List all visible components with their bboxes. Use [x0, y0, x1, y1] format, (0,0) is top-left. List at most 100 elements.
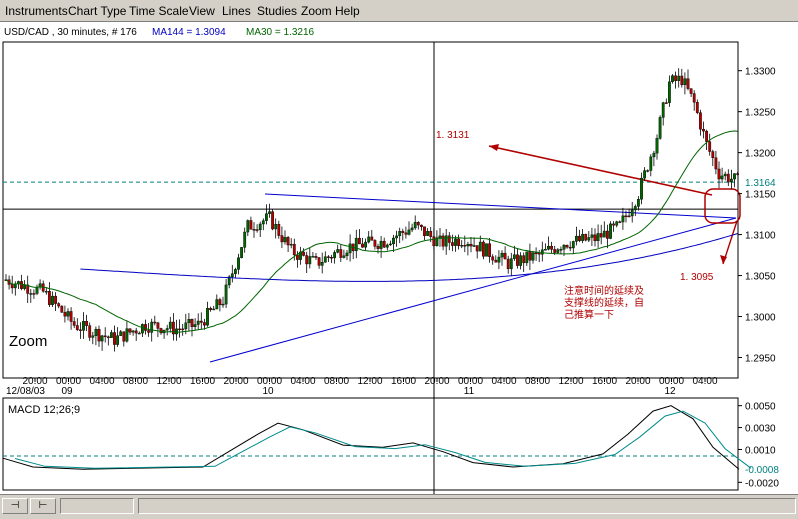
candle-body: [463, 245, 467, 247]
candle-body: [581, 234, 585, 241]
candle-body: [202, 322, 206, 326]
candle-body: [488, 243, 491, 257]
candle-body: [426, 231, 429, 236]
candle-body: [692, 93, 696, 103]
candle-body: [265, 213, 268, 221]
candle-body: [140, 324, 144, 334]
candle-body: [389, 243, 392, 246]
menu-chart-type[interactable]: Chart Type: [66, 4, 128, 18]
menu-studies[interactable]: Studies: [255, 4, 299, 18]
candle-body: [630, 209, 634, 217]
candle-body: [63, 312, 67, 317]
candle-body: [181, 328, 185, 331]
candle-body: [413, 222, 417, 229]
candle-body: [122, 331, 126, 342]
candle-body: [78, 329, 82, 331]
candle-body: [513, 254, 516, 259]
candle-body: [661, 102, 665, 118]
candle-body: [165, 328, 169, 331]
candle-body: [485, 243, 488, 257]
annotation-arrowhead: [489, 144, 499, 151]
candle-body: [410, 227, 414, 231]
menu-help[interactable]: Help: [333, 4, 362, 18]
candle-body: [116, 335, 120, 345]
candle-body: [212, 308, 216, 311]
candle-body: [292, 243, 296, 256]
candle-body: [131, 330, 135, 333]
macd-tick-label: 0.0030: [745, 424, 776, 435]
candle-body: [308, 256, 312, 265]
annotation-arrow-line: [488, 145, 713, 196]
candle-body: [478, 241, 482, 252]
candle-body: [460, 245, 464, 247]
menu-time-scale[interactable]: Time Scale: [127, 4, 191, 18]
menu-view[interactable]: View: [187, 4, 217, 18]
candle-body: [565, 244, 569, 248]
candle-body: [606, 230, 609, 239]
candle-body: [733, 173, 736, 180]
candle-body: [385, 244, 389, 248]
candle-body: [469, 243, 473, 247]
candle-body: [534, 252, 538, 255]
candle-body: [432, 236, 436, 247]
candle-body: [441, 235, 445, 247]
date-label: 09: [61, 386, 73, 397]
candle-body: [336, 249, 340, 253]
candle-body: [23, 284, 26, 289]
candle-body: [599, 233, 603, 238]
menu-lines[interactable]: Lines: [220, 4, 253, 18]
candle-body: [575, 235, 578, 242]
candle-body: [379, 240, 383, 249]
candle-body: [57, 303, 61, 307]
candle-body: [240, 247, 243, 258]
candle-body: [503, 252, 507, 260]
menu-zoom[interactable]: Zoom: [299, 4, 334, 18]
candle-body: [730, 178, 733, 183]
candle-body: [119, 331, 123, 336]
candle-body: [190, 319, 194, 327]
split-icon[interactable]: ⊢: [30, 498, 56, 514]
candle-body: [32, 293, 36, 295]
candle-body: [178, 328, 181, 331]
candle-body: [627, 215, 631, 218]
candle-body: [354, 237, 358, 252]
candle-body: [404, 232, 408, 235]
candle-body: [686, 78, 690, 89]
candle-body: [658, 117, 662, 139]
price-chart[interactable]: USD/CAD , 30 minutes, # 176 MA144 = 1.30…: [0, 22, 798, 494]
time-tick-label: 20:00: [223, 376, 248, 387]
candle-body: [509, 258, 513, 269]
candle-body: [624, 215, 628, 218]
candle-body: [500, 252, 504, 258]
candle-body: [246, 220, 250, 233]
candle-body: [125, 328, 129, 342]
status-bar: ⊣ ⊢: [0, 494, 798, 519]
chart-area[interactable]: USD/CAD , 30 minutes, # 176 MA144 = 1.30…: [0, 22, 798, 494]
candle-body: [364, 241, 367, 248]
candle-body: [472, 245, 476, 247]
candle-body: [506, 258, 510, 269]
macd-tick-label: 0.0010: [745, 445, 776, 456]
menu-bar: Instruments Chart Type Time Scale View L…: [0, 0, 798, 22]
candle-body: [283, 237, 287, 243]
candle-body: [593, 234, 597, 242]
candle-body: [261, 220, 265, 225]
candle-body: [13, 283, 17, 289]
pin-icon[interactable]: ⊣: [2, 498, 28, 514]
candle-body: [726, 173, 730, 183]
candle-body: [683, 78, 687, 86]
candle-body: [20, 281, 23, 289]
candle-body: [637, 199, 640, 207]
candle-body: [323, 256, 327, 263]
candle-body: [69, 311, 73, 322]
candle-body: [113, 332, 116, 345]
menu-instruments[interactable]: Instruments: [3, 4, 70, 18]
candle-body: [345, 252, 349, 257]
candle-body: [249, 220, 253, 230]
candle-body: [714, 157, 718, 170]
candle-body: [370, 236, 374, 241]
candle-body: [97, 328, 101, 342]
time-tick-label: 16:00: [592, 376, 617, 387]
candle-body: [550, 246, 554, 250]
target-price-label: 1. 3095: [680, 272, 714, 283]
